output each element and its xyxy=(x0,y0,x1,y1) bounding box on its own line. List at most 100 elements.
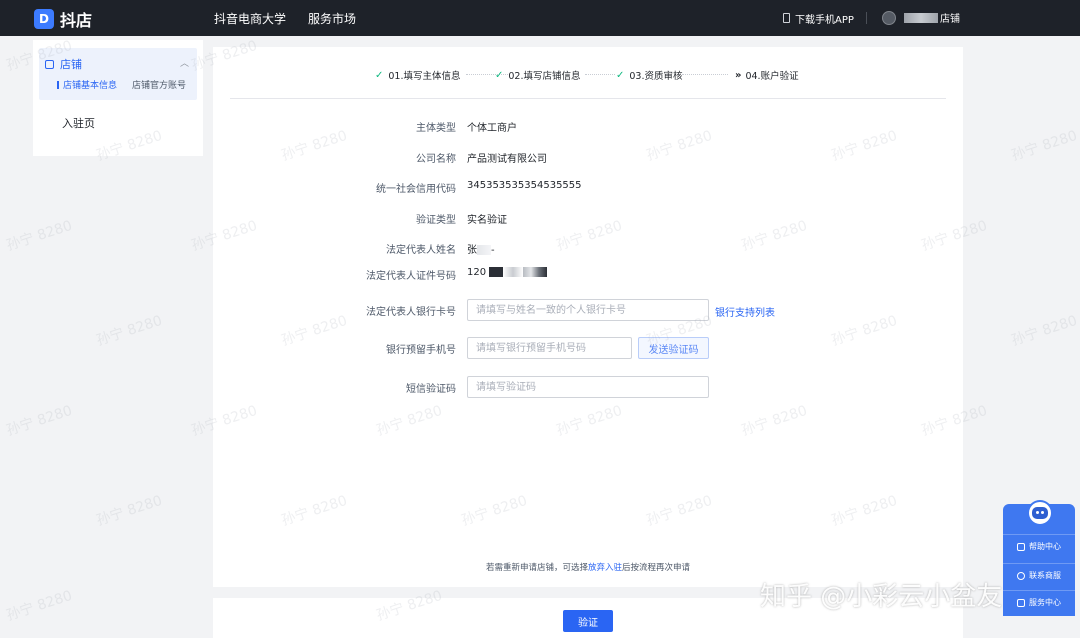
help-center-item[interactable]: 帮助中心 xyxy=(1003,534,1075,558)
divider xyxy=(865,12,867,24)
note-suffix: 后按流程再次申请 xyxy=(622,563,691,573)
top-nav: 抖音电商大学 服务市场 xyxy=(214,0,356,36)
field-label: 主体类型 xyxy=(416,123,456,134)
service-icon xyxy=(1017,598,1025,607)
step-label: 01.填写主体信息 xyxy=(388,71,461,82)
chevron-up-icon[interactable]: ︿ xyxy=(180,56,189,69)
logo-text: 抖店 xyxy=(60,11,93,30)
watermark: 孙宁 8280 xyxy=(1009,312,1080,350)
form-row-credit-code: 统一社会信用代码 345353535354535555 xyxy=(213,176,963,198)
sidebar-group-label: 店铺 xyxy=(60,58,82,71)
user-avatar-icon xyxy=(882,10,896,25)
watermark: 孙宁 8280 xyxy=(4,587,75,625)
field-label: 法定代表人银行卡号 xyxy=(366,307,456,318)
form-row-bank-card: 法定代表人银行卡号 银行支持列表 xyxy=(213,299,963,321)
check-icon: ✓ xyxy=(495,69,504,81)
help-item-label: 帮助中心 xyxy=(1029,542,1061,551)
masked-block xyxy=(477,245,491,255)
legal-name-visible: 张 xyxy=(467,245,477,256)
check-icon: ✓ xyxy=(616,69,625,81)
nav-service-market[interactable]: 服务市场 xyxy=(308,10,356,27)
steps-bar: ✓ 01.填写主体信息 ✓ 02.填写店铺信息 ✓ 03.资质审核 » 04.账… xyxy=(230,47,946,99)
credit-code-value: 345353535354535555 xyxy=(467,180,582,191)
form-row-verify-type: 验证类型 实名验证 xyxy=(213,207,963,229)
watermark: 孙宁 8280 xyxy=(1009,127,1080,165)
watermark: 孙宁 8280 xyxy=(4,402,75,440)
step-label: 03.资质审核 xyxy=(629,71,683,82)
form-row-subject-type: 主体类型 个体工商户 xyxy=(213,115,963,137)
field-label: 验证类型 xyxy=(416,215,456,226)
step-3: ✓ 03.资质审核 xyxy=(616,68,683,83)
bank-phone-input[interactable] xyxy=(467,337,632,359)
legal-name-tail: - xyxy=(491,245,495,256)
help-item-label: 联系商服 xyxy=(1029,571,1061,580)
bank-card-input[interactable] xyxy=(467,299,709,321)
verify-type-value: 实名验证 xyxy=(467,215,507,226)
store-icon xyxy=(45,59,54,69)
zhihu-watermark: 知乎 @小彩云小盆友 xyxy=(760,582,1003,612)
masked-user-name xyxy=(904,12,938,23)
sidebar: 店铺 ︿ 店铺基本信息 店铺官方账号 入驻页 xyxy=(33,40,203,156)
sidebar-item-store-official-account[interactable]: 店铺官方账号 xyxy=(132,78,186,91)
doudian-logo-icon: D xyxy=(34,9,54,29)
step-label: 02.填写店铺信息 xyxy=(508,71,581,82)
watermark: 孙宁 8280 xyxy=(94,312,165,350)
main-panel: ✓ 01.填写主体信息 ✓ 02.填写店铺信息 ✓ 03.资质审核 » 04.账… xyxy=(213,47,963,587)
step-label: 04.账户验证 xyxy=(745,71,799,82)
step-1: ✓ 01.填写主体信息 xyxy=(375,68,461,83)
step-4: » 04.账户验证 xyxy=(735,68,799,83)
form-row-bank-phone: 银行预留手机号 发送验证码 xyxy=(213,337,963,359)
user-name-suffix: 店铺 xyxy=(940,14,960,25)
reapply-note: 若需重新申请店铺，可选择放弃入驻后按流程再次申请 xyxy=(213,561,963,573)
form-row-company-name: 公司名称 产品测试有限公司 xyxy=(213,146,963,168)
field-label: 法定代表人证件号码 xyxy=(366,271,456,282)
masked-block xyxy=(523,267,548,277)
nav-ecommerce-university[interactable]: 抖音电商大学 xyxy=(214,10,286,27)
subject-type-value: 个体工商户 xyxy=(467,123,517,134)
help-widget[interactable]: 帮助中心 联系商服 服务中心 xyxy=(1003,500,1075,616)
masked-block xyxy=(489,267,504,277)
service-center-item[interactable]: 服务中心 xyxy=(1003,590,1075,614)
legal-name-value: 张- xyxy=(467,241,495,256)
note-prefix: 若需重新申请店铺，可选择 xyxy=(485,563,588,573)
double-chevron-right-icon: » xyxy=(735,69,742,81)
form-row-legal-name: 法定代表人姓名 张- xyxy=(213,237,963,259)
field-label: 法定代表人姓名 xyxy=(386,245,456,256)
field-label: 银行预留手机号 xyxy=(386,345,456,356)
headset-icon xyxy=(1017,571,1025,580)
download-app-label: 下载手机APP xyxy=(795,14,854,26)
sidebar-group-header[interactable]: 店铺 xyxy=(45,56,82,72)
abandon-onboarding-link[interactable]: 放弃入驻 xyxy=(588,563,622,573)
logo[interactable]: D 抖店 xyxy=(34,7,92,31)
form-row-legal-id: 法定代表人证件号码 120 xyxy=(213,263,963,285)
verify-button[interactable]: 验证 xyxy=(563,610,613,632)
sidebar-item-store-basic-info[interactable]: 店铺基本信息 xyxy=(57,78,117,91)
field-label: 公司名称 xyxy=(416,154,456,165)
company-name-value: 产品测试有限公司 xyxy=(467,154,547,165)
sidebar-item-onboarding[interactable]: 入驻页 xyxy=(62,115,95,131)
robot-icon[interactable] xyxy=(1027,500,1053,526)
legal-id-visible: 120 xyxy=(467,267,487,278)
step-connector xyxy=(585,74,615,75)
step-connector xyxy=(682,74,728,75)
check-icon: ✓ xyxy=(375,69,384,81)
sms-code-input[interactable] xyxy=(467,376,709,398)
sidebar-group-store: 店铺 ︿ 店铺基本信息 店铺官方账号 xyxy=(39,48,197,100)
field-label: 短信验证码 xyxy=(406,384,456,395)
masked-block xyxy=(503,267,524,277)
bank-support-list-link[interactable]: 银行支持列表 xyxy=(715,304,775,319)
step-2: ✓ 02.填写店铺信息 xyxy=(495,68,581,83)
user-menu[interactable]: 店铺 xyxy=(882,10,960,25)
send-code-button[interactable]: 发送验证码 xyxy=(638,337,709,359)
watermark: 孙宁 8280 xyxy=(4,217,75,255)
contact-service-item[interactable]: 联系商服 xyxy=(1003,563,1075,587)
watermark: 孙宁 8280 xyxy=(94,492,165,530)
field-label: 统一社会信用代码 xyxy=(376,184,456,195)
download-app-link[interactable]: 下载手机APP xyxy=(783,0,879,36)
help-item-label: 服务中心 xyxy=(1029,598,1061,607)
help-icon xyxy=(1017,542,1025,551)
form-row-sms-code: 短信验证码 xyxy=(213,376,963,398)
top-bar: D 抖店 抖音电商大学 服务市场 下载手机APP 店铺 xyxy=(0,0,1080,36)
legal-id-value: 120 xyxy=(467,267,548,278)
phone-icon xyxy=(783,13,790,23)
